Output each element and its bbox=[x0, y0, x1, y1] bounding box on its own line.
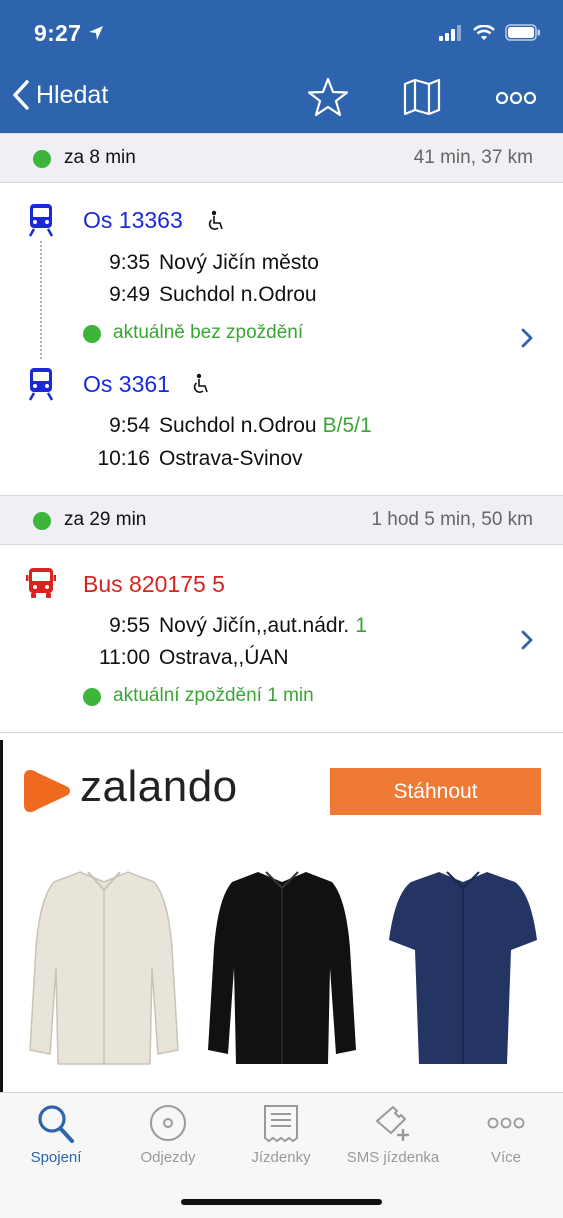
signal-icon bbox=[439, 24, 461, 41]
tab-vice[interactable]: Více bbox=[450, 1093, 562, 1173]
zalando-logo-icon bbox=[24, 770, 70, 812]
trip-summary: 1 hod 5 min, 50 km bbox=[371, 509, 533, 530]
delay-status: aktuálně bez zpoždění bbox=[113, 322, 304, 343]
shirt-navy-image bbox=[389, 871, 537, 1064]
stop-time: 11:00 bbox=[99, 646, 150, 669]
chevron-right-icon[interactable] bbox=[521, 328, 533, 348]
stop-time: 10:16 bbox=[97, 447, 150, 470]
tab-odjezdy[interactable]: Odjezdy bbox=[112, 1093, 224, 1173]
more-icon bbox=[487, 1117, 525, 1129]
tab-label: SMS jízdenka bbox=[346, 1149, 440, 1166]
shirt-beige-image bbox=[29, 871, 179, 1065]
search-icon bbox=[38, 1105, 74, 1143]
train-icon bbox=[28, 204, 54, 237]
connection-header: za 29 min 1 hod 5 min, 50 km bbox=[0, 495, 563, 545]
stop-station: Suchdol n.Odrou bbox=[159, 414, 317, 437]
ticket-icon bbox=[264, 1105, 298, 1143]
tab-label: Odjezdy bbox=[140, 1149, 196, 1166]
map-icon[interactable] bbox=[403, 78, 441, 116]
delay-status-dot bbox=[83, 688, 101, 706]
stop-row: 10:16 Ostrava-Svinov bbox=[0, 447, 303, 471]
stop-row: 9:55 Nový Jičín,,aut.nádr. 1 bbox=[0, 614, 367, 638]
tab-jizdenky[interactable]: Jízdenky bbox=[225, 1093, 337, 1173]
ad-brand: zalando bbox=[80, 762, 238, 811]
platform: B/5/1 bbox=[322, 414, 372, 437]
disc-icon bbox=[150, 1105, 186, 1141]
tab-label: Spojení bbox=[30, 1149, 82, 1166]
divider bbox=[0, 732, 563, 733]
more-icon[interactable] bbox=[496, 91, 536, 105]
battery-icon bbox=[505, 24, 540, 41]
stop-station: Nový Jičín,,aut.nádr. bbox=[159, 614, 350, 637]
back-button[interactable]: Hledat bbox=[12, 80, 108, 110]
tab-label: Jízdenky bbox=[251, 1149, 311, 1166]
stop-time: 9:55 bbox=[109, 614, 150, 637]
stop-row: 11:00 Ostrava,,ÚAN bbox=[0, 646, 289, 670]
wheelchair-icon bbox=[193, 373, 208, 393]
sms-ticket-icon bbox=[376, 1106, 409, 1141]
wifi-icon bbox=[473, 24, 495, 40]
location-arrow-icon bbox=[89, 26, 103, 40]
wheelchair-icon bbox=[208, 210, 223, 230]
ad-download-button[interactable]: Stáhnout bbox=[330, 768, 541, 815]
departs-in: za 29 min bbox=[64, 509, 147, 530]
delay-status: aktuální zpoždění 1 min bbox=[113, 685, 314, 706]
stop-row: 9:54 Suchdol n.Odrou B/5/1 bbox=[0, 414, 372, 438]
stop-station: Ostrava,,ÚAN bbox=[159, 646, 289, 669]
status-icons bbox=[439, 24, 541, 41]
line-name: Os 13363 bbox=[83, 207, 183, 233]
train-icon bbox=[28, 368, 54, 401]
status-dot bbox=[33, 512, 51, 530]
stop-station: Suchdol n.Odrou bbox=[159, 283, 317, 306]
stop-row: 9:49 Suchdol n.Odrou bbox=[0, 283, 317, 307]
top-bar: 9:27 Hledat bbox=[0, 0, 563, 133]
star-icon[interactable] bbox=[307, 77, 349, 117]
status-dot bbox=[33, 150, 51, 168]
tab-sms-jizdenka[interactable]: SMS jízdenka bbox=[337, 1093, 449, 1173]
departs-in: za 8 min bbox=[64, 147, 136, 168]
back-label: Hledat bbox=[36, 80, 109, 109]
connection-card[interactable]: Os 13363 9:35 Nový Jičín město 9:49 Such… bbox=[0, 183, 563, 494]
home-indicator bbox=[181, 1199, 382, 1205]
status-time: 9:27 bbox=[34, 20, 82, 46]
stop-station: Nový Jičín město bbox=[159, 251, 319, 274]
line-name: Bus 820175 5 bbox=[83, 571, 225, 597]
stop-row: 9:35 Nový Jičín město bbox=[0, 251, 319, 275]
bus-icon bbox=[26, 568, 56, 598]
stop-time: 9:35 bbox=[109, 251, 150, 274]
chevron-left-icon bbox=[13, 80, 29, 110]
stop-station: Ostrava-Svinov bbox=[159, 447, 303, 470]
tab-spojeni[interactable]: Spojení bbox=[0, 1093, 112, 1173]
connection-card[interactable]: Bus 820175 5 9:55 Nový Jičín,,aut.nádr. … bbox=[0, 545, 563, 732]
shirt-black-image bbox=[208, 871, 356, 1064]
trip-summary: 41 min, 37 km bbox=[413, 147, 533, 168]
connection-header: za 8 min 41 min, 37 km bbox=[0, 133, 563, 183]
line-name: Os 3361 bbox=[83, 371, 170, 397]
platform: 1 bbox=[355, 614, 367, 637]
stop-time: 9:54 bbox=[109, 414, 150, 437]
tab-label: Více bbox=[490, 1149, 521, 1166]
delay-status-dot bbox=[83, 325, 101, 343]
stop-time: 9:49 bbox=[109, 283, 150, 306]
chevron-right-icon[interactable] bbox=[521, 630, 533, 650]
